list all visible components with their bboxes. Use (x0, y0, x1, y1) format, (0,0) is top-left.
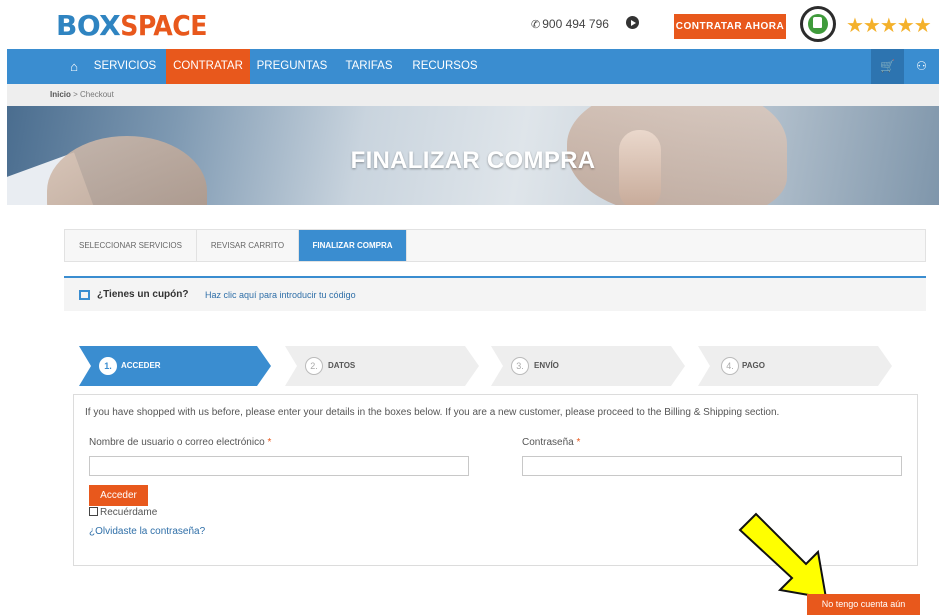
no-account-button[interactable]: No tengo cuenta aún (807, 594, 920, 615)
logo-box: BOX (56, 9, 121, 42)
step-number: 3. (511, 357, 529, 375)
user-icon[interactable]: ⚇ (904, 49, 939, 84)
forgot-password-link[interactable]: ¿Olvidaste la contraseña? (89, 526, 205, 537)
step-label: ENVÍO (534, 361, 559, 370)
tab-finalizar-compra[interactable]: FINALIZAR COMPRA (299, 230, 407, 261)
breadcrumb-home[interactable]: Inicio (50, 90, 71, 99)
page-title: FINALIZAR COMPRA (350, 147, 596, 174)
checkout-tabs: SELECCIONAR SERVICIOS REVISAR CARRITO FI… (64, 229, 926, 262)
thumbs-up-icon (813, 17, 822, 28)
nav-item-preguntas[interactable]: PREGUNTAS (254, 49, 330, 84)
rating-stars: ★★★★★ (846, 15, 932, 37)
phone-text: 900 494 796 (542, 17, 609, 31)
nav-item-servicios[interactable]: SERVICIOS (90, 49, 160, 84)
username-label: Nombre de usuario o correo electrónico * (89, 437, 271, 448)
step-pago[interactable]: 4. PAGO (698, 346, 892, 386)
password-label-text: Contraseña (522, 437, 574, 448)
required-mark: * (267, 437, 272, 448)
logo-space: SPACE (120, 9, 207, 42)
phone-icon: ✆ (531, 19, 541, 31)
required-mark: * (576, 437, 581, 448)
acceder-button[interactable]: Acceder (89, 485, 148, 506)
breadcrumb: Inicio > Checkout (7, 84, 939, 106)
checkout-steps: 1. ACCEDER 2. DATOS 3. ENVÍO 4. PAGO (79, 346, 909, 386)
coupon-notice: ¿Tienes un cupón? Haz clic aquí para int… (64, 276, 926, 311)
nav-item-contratar[interactable]: CONTRATAR (166, 49, 250, 84)
step-label: ACCEDER (121, 361, 161, 370)
breadcrumb-current: Checkout (80, 90, 114, 99)
remember-label: Recuérdame (100, 507, 158, 518)
arrow-annotation-icon (738, 512, 828, 600)
contratar-ahora-button[interactable]: CONTRATAR AHORA (674, 14, 786, 39)
home-icon[interactable]: ⌂ (60, 49, 88, 84)
coupon-link[interactable]: Haz clic aquí para introducir tu código (205, 290, 356, 300)
tab-seleccionar-servicios[interactable]: SELECCIONAR SERVICIOS (65, 230, 197, 261)
logo[interactable]: BOXSPACE (56, 9, 207, 42)
main-nav: ⌂ SERVICIOS CONTRATAR PREGUNTAS TARIFAS … (7, 49, 939, 84)
coupon-question: ¿Tienes un cupón? (97, 289, 189, 300)
step-label: DATOS (328, 361, 356, 370)
phone-number[interactable]: ✆ 900 494 796 (531, 17, 609, 31)
password-label: Contraseña * (522, 437, 580, 448)
step-envio[interactable]: 3. ENVÍO (491, 346, 685, 386)
top-header: BOXSPACE ✆ 900 494 796 CONTRATAR AHORA ★★… (0, 0, 939, 49)
cart-icon[interactable]: 🛒 (871, 49, 904, 84)
step-label: PAGO (742, 361, 765, 370)
hero-banner: FINALIZAR COMPRA (7, 106, 939, 205)
remember-me[interactable]: Recuérdame (89, 507, 157, 518)
breadcrumb-separator: > (70, 90, 81, 99)
coupon-square-icon (79, 290, 90, 300)
step-number: 2. (305, 357, 323, 375)
quality-seal-icon (800, 6, 836, 42)
nav-item-tarifas[interactable]: TARIFAS (341, 49, 397, 84)
username-input[interactable] (89, 456, 469, 476)
login-intro: If you have shopped with us before, plea… (85, 407, 780, 418)
step-acceder[interactable]: 1. ACCEDER (79, 346, 271, 386)
step-number: 1. (99, 357, 117, 375)
remember-checkbox[interactable] (89, 507, 98, 516)
username-label-text: Nombre de usuario o correo electrónico (89, 437, 265, 448)
nav-item-recursos[interactable]: RECURSOS (408, 49, 482, 84)
step-datos[interactable]: 2. DATOS (285, 346, 479, 386)
password-input[interactable] (522, 456, 902, 476)
tab-revisar-carrito[interactable]: REVISAR CARRITO (197, 230, 299, 261)
step-number: 4. (721, 357, 739, 375)
play-icon[interactable] (626, 16, 639, 29)
